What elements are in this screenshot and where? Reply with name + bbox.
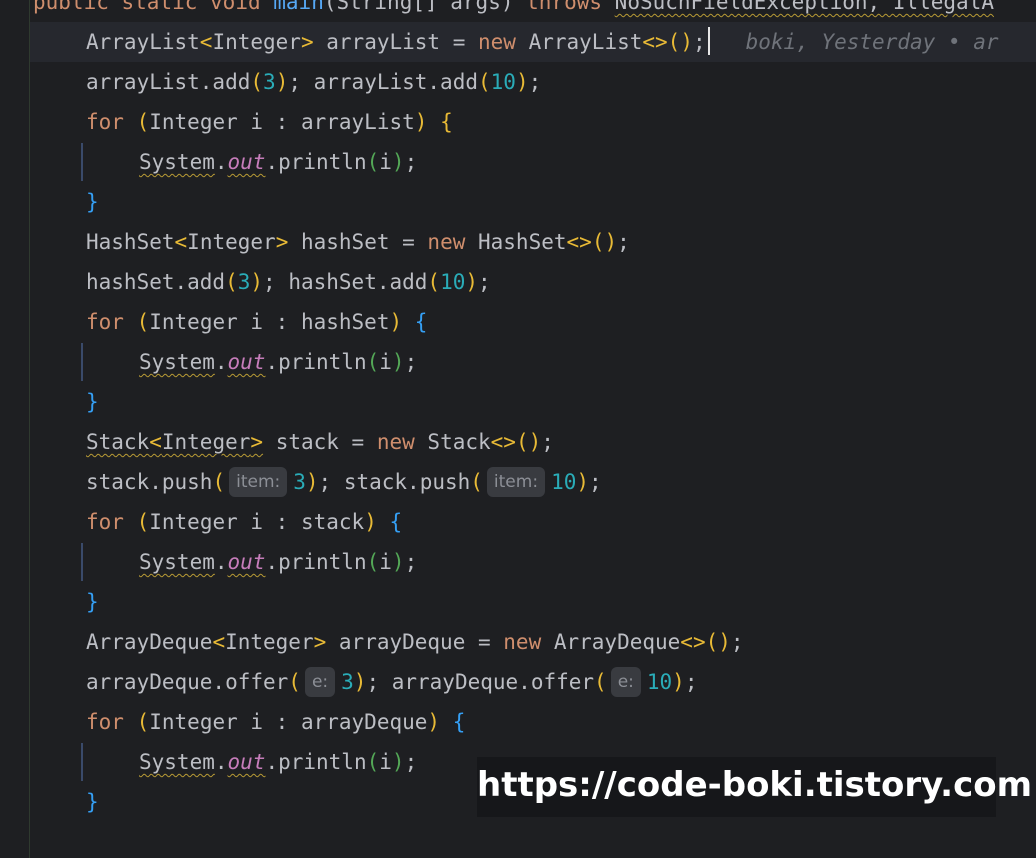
code-line-arraydeque-offer: arrayDeque.offer(e: 3); arrayDeque.offer(…	[86, 662, 697, 702]
keyword-void: void	[210, 0, 261, 14]
keyword-public: public	[33, 0, 109, 14]
variable-decl: arrayList =	[313, 30, 478, 54]
blog-url-watermark: https://code-boki.tistory.com	[477, 757, 1032, 817]
code-line-close-brace: }	[86, 590, 99, 614]
indent-guide	[81, 543, 83, 581]
method-params: (String[] args)	[323, 0, 514, 14]
code-line-stack-decl: Stack<Integer> stack = new Stack<>();	[86, 430, 554, 454]
code-line-hashset-add: hashSet.add(3); hashSet.add(10);	[86, 270, 491, 294]
code-line-close-brace: }	[86, 190, 99, 214]
keyword-throws: throws	[526, 0, 603, 14]
semicolon: ;	[692, 30, 706, 54]
constructor: ArrayList	[515, 30, 643, 54]
code-line-for-stack: for (Integer i : stack) {	[86, 510, 403, 534]
method-name: main	[273, 0, 324, 14]
code-line-hashset-decl: HashSet<Integer> hashSet = new HashSet<>…	[86, 230, 630, 254]
code-line-for-arraydeque: for (Integer i : arrayDeque) {	[86, 710, 466, 734]
deprecated-class-stack: Stack	[86, 430, 150, 454]
parameter-hint: e:	[304, 667, 336, 697]
code-line-method-signature: public static void main(String[] args) t…	[33, 0, 994, 22]
exceptions-list: NoSuchFieldException, IllegalA	[614, 0, 994, 14]
git-blame-annotation[interactable]: boki, Yesterday • ar	[746, 30, 999, 54]
keyword-static: static	[121, 0, 198, 14]
indent-guide	[81, 743, 83, 781]
indent-guide	[81, 343, 83, 381]
type-name: ArrayList	[86, 30, 200, 54]
gutter-line	[29, 0, 30, 858]
keyword-for: for	[86, 110, 124, 134]
static-field-out: out	[227, 150, 266, 174]
code-line-println: System.out.println(i);	[139, 550, 418, 574]
code-line-println: System.out.println(i);	[139, 750, 418, 774]
indent-guide	[81, 143, 83, 181]
class-system: System	[139, 150, 215, 174]
parameter-hint: item:	[486, 467, 546, 497]
number-literal: 10	[490, 70, 516, 94]
code-line-println: System.out.println(i);	[139, 150, 418, 174]
text-caret	[707, 27, 710, 55]
code-line-arraydeque-decl: ArrayDeque<Integer> arrayDeque = new Arr…	[86, 630, 744, 654]
diamond: <>	[642, 30, 668, 54]
code-line-close-brace: }	[86, 390, 99, 414]
parameter-hint: item:	[229, 467, 288, 497]
code-line-for-hashset: for (Integer i : hashSet) {	[86, 310, 428, 334]
code-line-stack-push: stack.push(item: 3); stack.push(item: 10);	[86, 462, 602, 502]
code-line-arraylist-decl: ArrayList<Integer> arrayList = new Array…	[86, 22, 999, 62]
code-line-for-arraylist: for (Integer i : arrayList) {	[86, 110, 453, 134]
number-literal: 3	[263, 70, 276, 94]
keyword-new: new	[478, 30, 516, 54]
generic-type: Integer	[212, 30, 301, 54]
code-line-arraylist-add: arrayList.add(3); arrayList.add(10);	[86, 70, 542, 94]
parameter-hint: e:	[610, 667, 641, 697]
code-line-close-brace: }	[86, 790, 99, 814]
code-line-println: System.out.println(i);	[139, 350, 418, 374]
